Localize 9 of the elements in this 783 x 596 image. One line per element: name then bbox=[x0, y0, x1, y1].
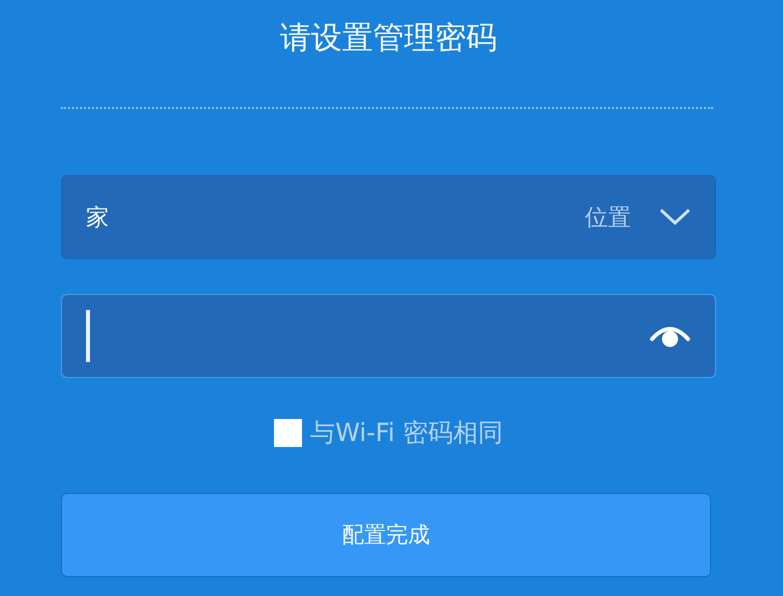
password-field[interactable] bbox=[61, 294, 716, 378]
chevron-down-icon bbox=[659, 208, 691, 226]
submit-button[interactable]: 配置完成 bbox=[61, 493, 711, 577]
checkbox[interactable] bbox=[274, 418, 302, 446]
location-dropdown[interactable]: 家 位置 bbox=[61, 175, 716, 259]
location-label: 位置 bbox=[585, 204, 631, 232]
checkbox-label: 与Wi-Fi 密码相同 bbox=[310, 417, 503, 449]
location-value: 家 bbox=[86, 204, 110, 232]
page-title: 请设置管理密码 bbox=[280, 19, 497, 58]
